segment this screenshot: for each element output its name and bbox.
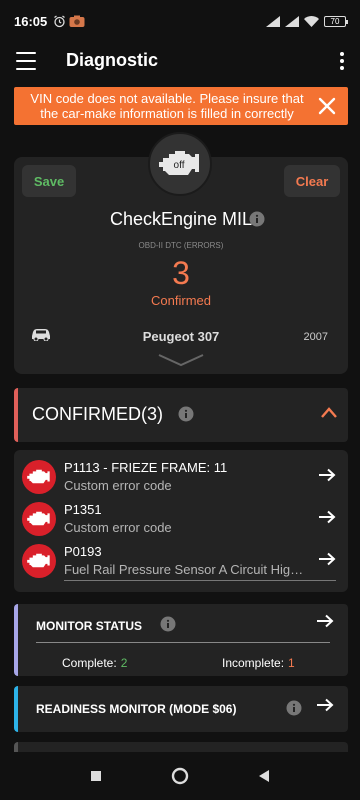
arrow-right-icon[interactable] bbox=[318, 552, 336, 566]
wifi-icon bbox=[304, 15, 319, 27]
info-icon[interactable] bbox=[160, 616, 176, 632]
clear-button[interactable]: Clear bbox=[284, 165, 340, 197]
car-model: Peugeot 307 bbox=[142, 329, 220, 344]
alarm-icon bbox=[54, 15, 66, 27]
arrow-right-icon[interactable] bbox=[318, 510, 336, 524]
readiness-monitor-title: READINESS MONITOR (MODE $06) bbox=[36, 702, 237, 716]
app-bar: Diagnostic bbox=[0, 42, 360, 86]
complete-count: Complete: 2 bbox=[62, 656, 128, 670]
error-description: Custom error code bbox=[64, 520, 172, 535]
arrow-right-icon[interactable] bbox=[316, 614, 334, 628]
engine-state-text: off bbox=[174, 160, 185, 171]
status-bar: 16:05 70 bbox=[0, 0, 360, 42]
divider bbox=[36, 642, 330, 643]
error-code: P0193 bbox=[64, 544, 102, 559]
engine-error-icon bbox=[22, 544, 56, 578]
error-code: P1351 bbox=[64, 502, 102, 517]
chevron-up-icon[interactable] bbox=[320, 406, 338, 420]
square-icon bbox=[91, 771, 101, 781]
vin-warning-banner: VIN code does not available. Please insu… bbox=[14, 87, 348, 125]
signal-icon bbox=[266, 15, 280, 27]
confirmed-section-header[interactable]: CONFIRMED(3) bbox=[14, 388, 348, 442]
info-icon[interactable] bbox=[178, 406, 194, 422]
check-engine-icon: off bbox=[159, 151, 199, 175]
back-button[interactable] bbox=[252, 764, 276, 788]
battery-icon: 70 bbox=[324, 15, 348, 27]
system-nav-bar bbox=[0, 752, 360, 800]
error-code: P1113 - FRIEZE FRAME: 11 bbox=[64, 460, 228, 475]
monitor-status-title: MONITOR STATUS bbox=[36, 619, 142, 633]
info-icon[interactable] bbox=[286, 700, 302, 716]
readiness-monitor-card[interactable]: READINESS MONITOR (MODE $06) bbox=[14, 686, 348, 732]
error-count: 3 bbox=[172, 255, 190, 291]
car-year: 2007 bbox=[303, 331, 328, 343]
error-description: Custom error code bbox=[64, 478, 172, 493]
overflow-menu-icon[interactable] bbox=[340, 52, 344, 70]
error-status: Confirmed bbox=[151, 293, 211, 308]
arrow-right-icon[interactable] bbox=[316, 698, 334, 712]
card-title: CheckEngine MIL bbox=[109, 209, 253, 229]
error-description: Fuel Rail Pressure Sensor A Circuit High… bbox=[64, 562, 309, 577]
list-item[interactable]: P1351 Custom error code bbox=[14, 498, 348, 540]
list-divider bbox=[64, 580, 336, 581]
info-icon[interactable] bbox=[249, 211, 265, 227]
circle-icon bbox=[171, 767, 189, 785]
engine-error-icon bbox=[22, 502, 56, 536]
confirmed-title: CONFIRMED(3) bbox=[32, 404, 163, 424]
engine-error-icon bbox=[22, 460, 56, 494]
banner-text: VIN code does not available. Please insu… bbox=[30, 91, 304, 121]
page-title: Diagnostic bbox=[66, 50, 159, 70]
signal-icon bbox=[285, 15, 299, 27]
list-item[interactable]: P0193 Fuel Rail Pressure Sensor A Circui… bbox=[14, 540, 348, 582]
recents-button[interactable] bbox=[84, 764, 108, 788]
triangle-left-icon bbox=[259, 770, 269, 782]
close-icon[interactable] bbox=[316, 95, 338, 117]
list-item[interactable]: P1113 - FRIEZE FRAME: 11 Custom error co… bbox=[14, 456, 348, 498]
save-button[interactable]: Save bbox=[22, 165, 76, 197]
card-subtitle: OBD-II DTC (ERRORS) bbox=[138, 241, 224, 250]
incomplete-count: Incomplete: 1 bbox=[222, 656, 295, 670]
menu-icon[interactable] bbox=[16, 52, 36, 70]
home-button[interactable] bbox=[168, 764, 192, 788]
chevron-down-icon[interactable] bbox=[157, 353, 205, 367]
arrow-right-icon[interactable] bbox=[318, 468, 336, 482]
monitor-status-card[interactable]: MONITOR STATUS Complete: 2 Incomplete: 1 bbox=[14, 604, 348, 676]
camera-app-icon bbox=[69, 15, 85, 27]
error-list: P1113 - FRIEZE FRAME: 11 Custom error co… bbox=[14, 450, 348, 592]
engine-status-indicator: off bbox=[148, 132, 212, 196]
status-time: 16:05 bbox=[14, 13, 48, 29]
